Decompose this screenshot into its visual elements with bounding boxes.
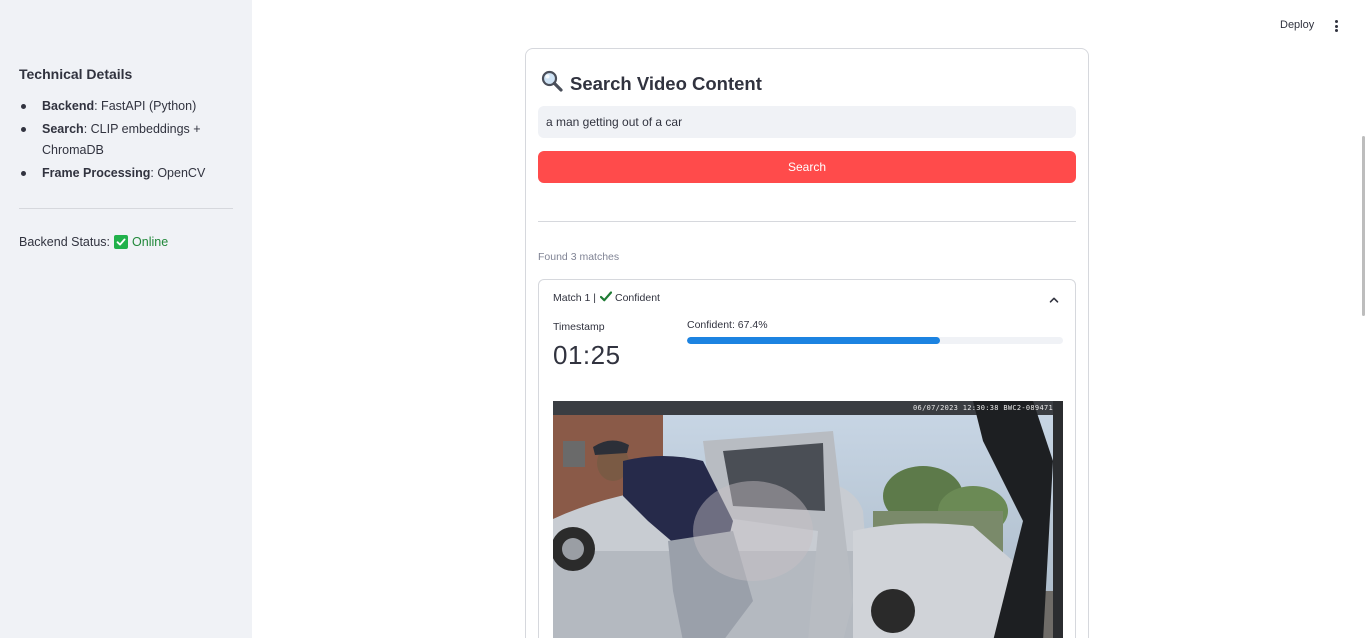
- frame-timestamp-overlay: 06/07/2023 12:30:38 BWC2-089471: [913, 404, 1053, 412]
- magnifier-icon: [540, 69, 570, 98]
- timestamp-label: Timestamp: [553, 321, 605, 333]
- detail-item-backend: Backend: FastAPI (Python): [19, 96, 219, 117]
- confidence-progress-fill: [687, 337, 941, 344]
- video-frame-graphic: [553, 401, 1063, 638]
- search-input[interactable]: [538, 106, 1076, 138]
- bullet-icon: [21, 104, 26, 109]
- sidebar-title: Technical Details: [19, 66, 133, 82]
- check-mark-icon: [599, 291, 613, 305]
- detail-value: : FastAPI (Python): [94, 99, 197, 113]
- detail-key: Backend: [42, 99, 95, 113]
- video-frame-image: 06/07/2023 12:30:38 BWC2-089471: [553, 401, 1063, 638]
- bullet-icon: [21, 171, 26, 176]
- search-card: Search Video Content Search Found 3 matc…: [525, 48, 1089, 638]
- confidence-label: Confident: 67.4%: [687, 319, 768, 331]
- page-title: Search Video Content: [540, 69, 762, 98]
- sidebar: Technical Details Backend: FastAPI (Pyth…: [0, 0, 252, 638]
- match-status: Confident: [615, 292, 660, 304]
- sidebar-divider: [19, 208, 233, 209]
- bullet-icon: [21, 127, 26, 132]
- timestamp-value: 01:25: [553, 340, 621, 370]
- status-label: Backend Status:: [19, 235, 111, 249]
- confidence-progress-bar: [687, 337, 1063, 344]
- match-title: Match 1 |: [553, 292, 596, 304]
- search-button[interactable]: Search: [538, 151, 1076, 183]
- technical-details-list: Backend: FastAPI (Python) Search: CLIP e…: [19, 96, 233, 184]
- detail-item-search: Search: CLIP embeddings + ChromaDB: [19, 119, 219, 161]
- match-expander[interactable]: Match 1 | Confident Timestamp 01:25 Conf…: [538, 279, 1076, 638]
- status-value: Online: [132, 235, 169, 249]
- match-header[interactable]: Match 1 | Confident: [553, 291, 660, 305]
- backend-status: Backend Status: Online: [19, 235, 233, 249]
- detail-item-frame-processing: Frame Processing: OpenCV: [19, 163, 219, 184]
- chevron-up-icon[interactable]: [1049, 292, 1059, 303]
- kebab-menu-icon[interactable]: [1333, 20, 1339, 32]
- page-title-text: Search Video Content: [570, 72, 762, 94]
- detail-key: Search: [42, 122, 84, 136]
- detail-key: Frame Processing: [42, 166, 151, 180]
- results-count: Found 3 matches: [538, 251, 620, 263]
- detail-value: : OpenCV: [150, 166, 206, 180]
- check-mark-icon: [114, 235, 129, 249]
- divider: [538, 221, 1076, 222]
- deploy-button[interactable]: Deploy: [1280, 19, 1314, 31]
